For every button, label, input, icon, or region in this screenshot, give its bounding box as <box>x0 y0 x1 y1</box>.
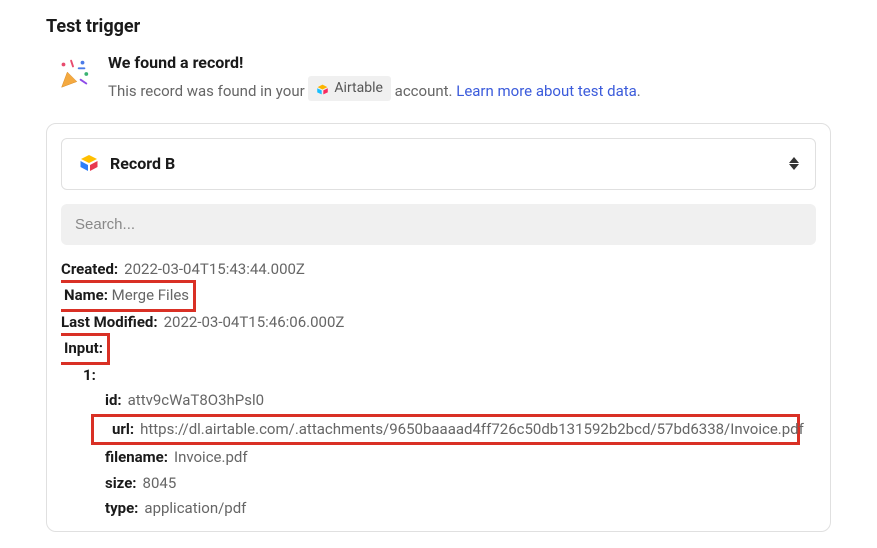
section-title: Test trigger <box>46 16 831 37</box>
record-selector-label: Record B <box>110 154 175 173</box>
field-input-1: 1: <box>61 363 804 389</box>
data-viewer[interactable]: Created: 2022-03-04T15:43:44.000Z Name: … <box>61 257 816 517</box>
field-size: size: 8045 <box>61 471 804 497</box>
learn-more-link[interactable]: Learn more about test data <box>456 82 637 100</box>
airtable-icon <box>316 82 329 95</box>
found-subtitle-mid: account. <box>395 82 457 100</box>
field-last-modified: Last Modified: 2022-03-04T15:46:06.000Z <box>61 310 804 336</box>
field-id: id: attv9cWaT8O3hPsl0 <box>61 388 804 414</box>
field-input: Input: <box>61 335 804 363</box>
field-name: Name: Merge Files <box>61 282 804 310</box>
found-record-banner: We found a record! This record was found… <box>46 53 831 103</box>
found-subtitle-prefix: This record was found in your <box>108 82 308 100</box>
field-filename: filename: Invoice.pdf <box>61 445 804 471</box>
field-url-highlight: url: https://dl.airtable.com/.attachment… <box>91 414 800 446</box>
field-url: url: https://dl.airtable.com/.attachment… <box>98 417 793 443</box>
found-record-title: We found a record! <box>108 53 831 72</box>
airtable-badge-label: Airtable <box>334 78 383 99</box>
sort-icon <box>789 157 799 170</box>
record-selector[interactable]: Record B <box>61 138 816 190</box>
zapier-record-icon <box>78 151 100 177</box>
airtable-badge: Airtable <box>308 76 391 101</box>
record-panel: Record B Created: 2022-03-04T15:43:44.00… <box>46 123 831 532</box>
field-type: type: application/pdf <box>61 496 804 517</box>
field-created: Created: 2022-03-04T15:43:44.000Z <box>61 257 804 283</box>
search-input[interactable] <box>61 204 816 245</box>
confetti-icon <box>54 55 92 93</box>
found-subtitle-suffix: . <box>637 82 641 100</box>
